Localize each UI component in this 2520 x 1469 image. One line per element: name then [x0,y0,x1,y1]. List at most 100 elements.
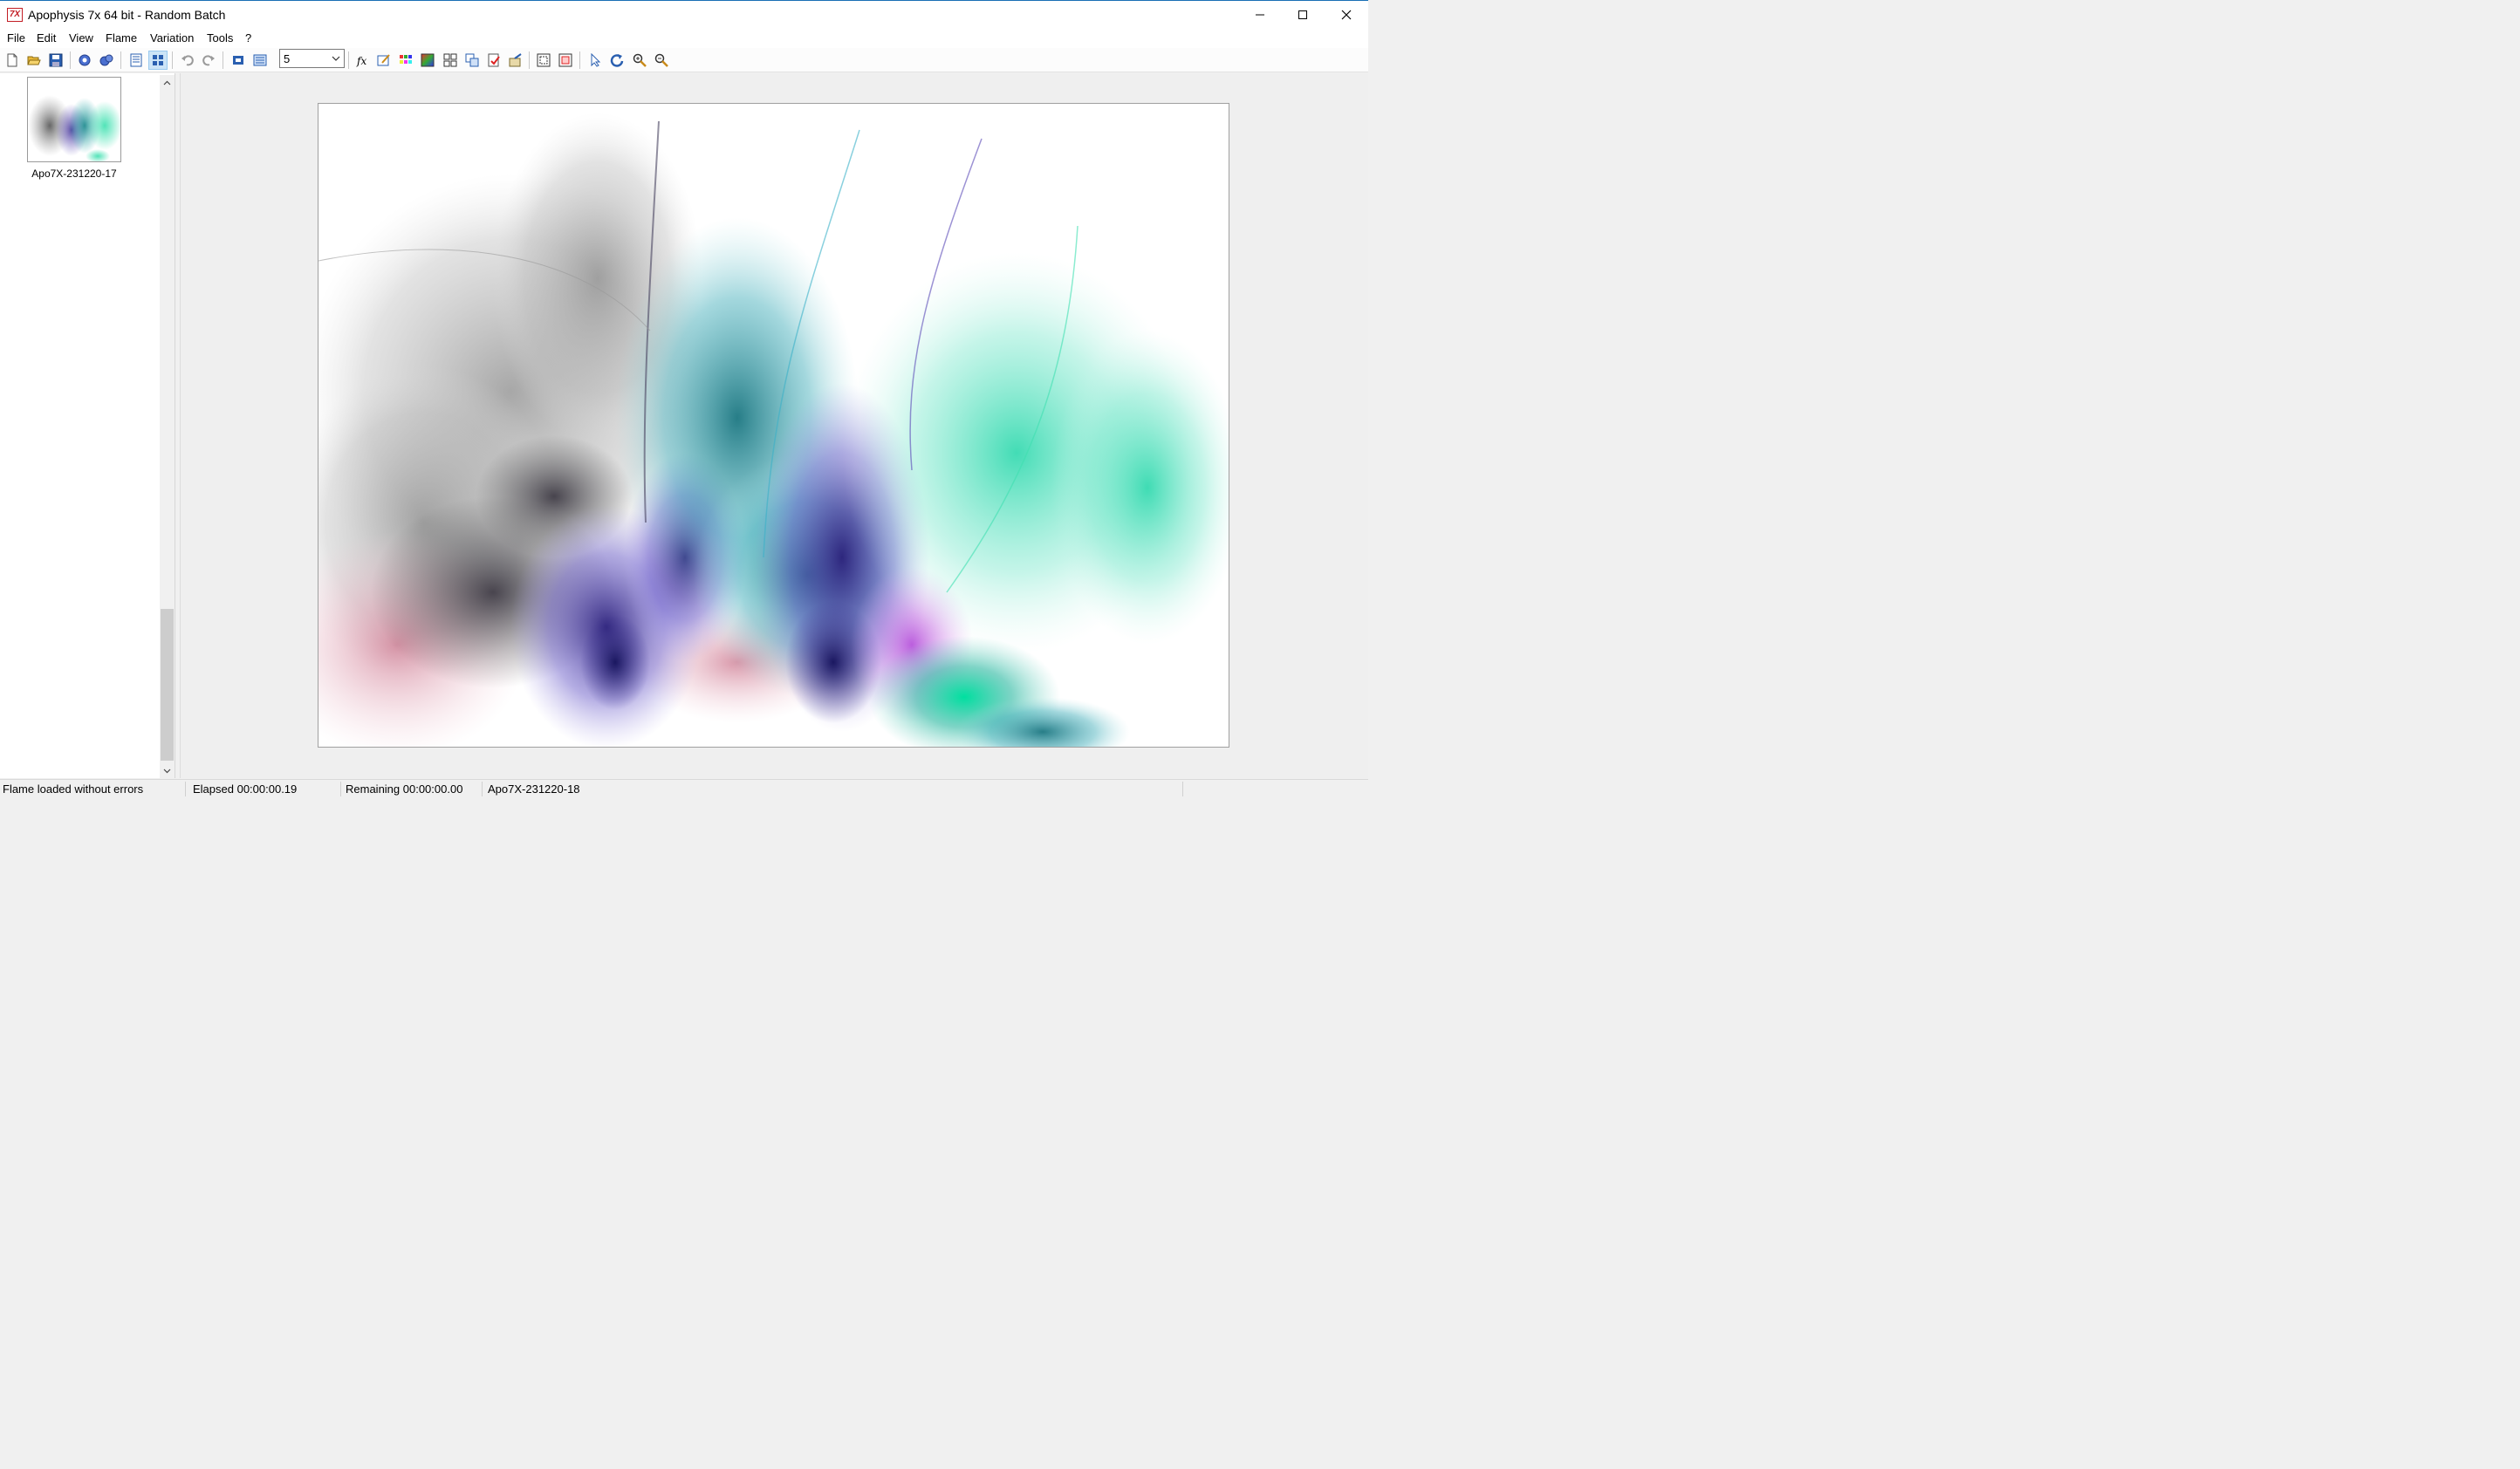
status-divider [340,782,341,796]
status-current-flame: Apo7X-231220-18 [488,782,580,796]
toolbar: fx [0,48,1368,72]
list-view-icon [130,53,142,67]
export-icon [488,53,500,67]
zoom-in-icon [633,53,647,67]
fractal-flame-render [318,104,1229,747]
close-button[interactable] [1325,1,1367,29]
save-button[interactable] [46,51,65,70]
status-bar: Flame loaded without errors Elapsed 00:0… [0,779,1368,797]
open-icon [27,56,41,65]
zoom-in-button[interactable] [630,51,649,70]
menu-edit[interactable]: Edit [37,31,56,44]
render-all-button[interactable] [97,51,116,70]
new-icon [7,53,17,67]
fullscreen-button[interactable] [229,51,248,70]
thumbnail-image [28,78,120,161]
minimize-icon [1256,14,1264,16]
chevron-up-icon [163,80,171,85]
status-divider [185,782,186,796]
adjust-button[interactable] [374,51,394,70]
list-item[interactable]: Apo7X-231220-17 [0,73,157,187]
film-icon [558,53,572,67]
undo-icon [181,55,194,66]
mutate-icon [443,53,457,67]
toolbar-separator [579,51,580,69]
flame-name-label: Apo7X-231220-17 [31,167,117,180]
menu-variation[interactable]: Variation [150,31,194,44]
zoom-out-icon [654,53,668,67]
render-all-icon [99,54,113,66]
flame-thumbnail[interactable] [27,77,121,162]
main-preview-area[interactable] [181,73,1368,778]
render-button[interactable] [75,51,94,70]
toolbar-separator [348,51,349,69]
batch-size-value: 5 [284,52,291,65]
maximize-button[interactable] [1282,1,1324,29]
rotate-icon [610,54,624,67]
svg-text:fx: fx [356,55,366,67]
new-button[interactable] [3,51,22,70]
status-elapsed: Elapsed 00:00:00.19 [193,782,298,796]
undo-button[interactable] [178,51,197,70]
gradient-button[interactable] [418,51,437,70]
icon-view-button[interactable] [148,51,168,70]
window-title: Apophysis 7x 64 bit - Random Batch [28,8,226,22]
color-palette-icon [400,55,412,64]
scroll-up-button[interactable] [160,75,175,90]
scroll-down-button[interactable] [160,763,175,778]
menu-tools[interactable]: Tools [207,31,233,44]
options-button[interactable] [506,51,525,70]
list-view-button[interactable] [127,51,146,70]
menu-view[interactable]: View [69,31,93,44]
status-message: Flame loaded without errors [3,782,144,796]
maximize-icon [1298,10,1307,19]
flame-preview[interactable] [318,103,1229,748]
app-logo-icon: 7X [7,8,23,22]
render-icon [79,54,91,66]
status-remaining: Remaining 00:00:00.00 [346,782,463,796]
scroll-thumb[interactable] [161,609,174,761]
toolbar-separator [70,51,71,69]
menu-file[interactable]: File [7,31,25,44]
gradient-icon [421,53,435,67]
status-divider [482,782,483,796]
chevron-down-icon [332,56,340,61]
pointer-icon [591,53,601,67]
editor-icon [253,54,267,66]
fullscreen-icon [233,56,243,65]
film-button[interactable] [556,51,575,70]
toolbar-separator [120,51,121,69]
fx-icon: fx [356,55,366,67]
menu-help[interactable]: ? [245,31,251,44]
toolbar-separator [172,51,173,69]
rotate-button[interactable] [607,51,627,70]
title-bar[interactable]: 7X Apophysis 7x 64 bit - Random Batch [0,0,1368,29]
menu-flame[interactable]: Flame [106,31,137,44]
redo-icon [202,55,215,66]
save-icon [49,53,63,67]
transform-button[interactable] [462,51,482,70]
close-icon [1341,10,1352,20]
batch-size-select[interactable]: 5 [279,49,345,68]
open-button[interactable] [24,51,44,70]
chevron-down-icon [163,769,171,773]
mutate-button[interactable] [441,51,460,70]
editor-button[interactable] [250,51,270,70]
fx-button[interactable]: fx [353,51,373,70]
transform-icon [465,53,479,67]
flame-list: Apo7X-231220-17 [0,73,175,778]
flame-list-scrollbar[interactable] [160,75,175,778]
show-transparency-button[interactable] [534,51,553,70]
redo-button[interactable] [199,51,218,70]
menu-bar: File Edit View Flame Variation Tools ? [0,29,1368,48]
adjust-icon [377,54,390,66]
pointer-button[interactable] [585,51,605,70]
status-divider [1182,782,1183,796]
show-transparency-icon [537,53,551,67]
options-icon [509,53,522,67]
zoom-out-button[interactable] [652,51,671,70]
color-palette-button[interactable] [396,51,415,70]
toolbar-separator [529,51,530,69]
minimize-button[interactable] [1239,1,1281,29]
export-button[interactable] [484,51,503,70]
